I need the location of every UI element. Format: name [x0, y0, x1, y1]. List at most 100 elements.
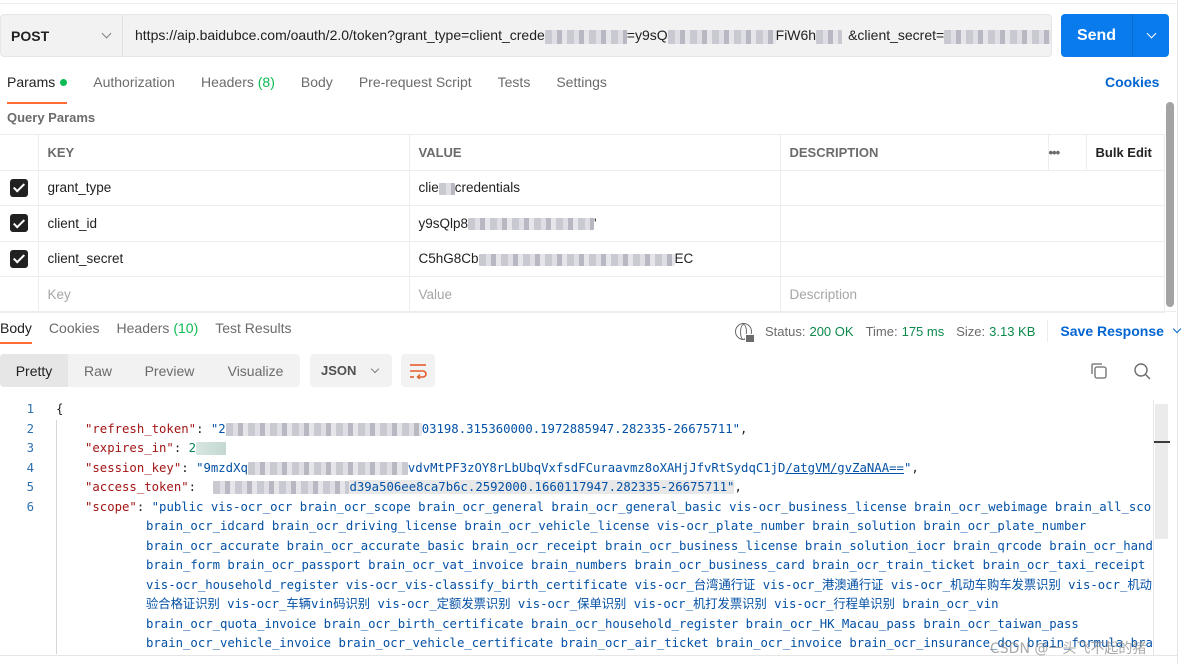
tab-pre-request-script[interactable]: Pre-request Script: [359, 70, 472, 98]
code-line: brain_ocr_accurate brain_ocr_accurate_ba…: [0, 537, 1152, 557]
response-code-view[interactable]: 1 { 2 "refresh_token": "2 03198.315360000…: [0, 400, 1152, 654]
value-text: credentials: [454, 180, 521, 196]
table-header-row: KEY VALUE DESCRIPTION ••• Bulk Edit: [0, 134, 1165, 171]
code-text: "session_key": "9mzdXq vdvMtPF3zOY8rLbUbq…: [85, 460, 919, 475]
tab-label: Headers: [200, 74, 254, 90]
bulk-edit-button[interactable]: Bulk Edit: [1085, 134, 1165, 171]
copy-icon[interactable]: [1090, 362, 1108, 380]
tab-response-cookies[interactable]: Cookies: [49, 320, 100, 336]
code-line: vis-ocr_household_register vis-ocr_vis-c…: [0, 576, 1152, 596]
row-checkbox[interactable]: [9, 214, 28, 233]
new-value-input[interactable]: Value: [408, 276, 781, 313]
redacted-text: [816, 29, 843, 44]
save-response-button[interactable]: Save Response: [1060, 323, 1182, 339]
send-button[interactable]: Send: [1061, 14, 1133, 57]
param-value[interactable]: clie credentials: [408, 169, 781, 206]
new-description-input[interactable]: Description: [779, 276, 1165, 313]
value-text: C5hG8Cb: [418, 251, 479, 267]
tab-response-body[interactable]: Body: [0, 320, 32, 344]
redacted-text: [438, 182, 455, 195]
param-description[interactable]: [779, 169, 1165, 206]
tab-label: Headers: [116, 320, 170, 336]
url-part: &client_secret=: [848, 27, 945, 44]
json-string: brain_ocr_accurate brain_ocr_accurate_ba…: [146, 538, 1152, 553]
code-line: 1 {: [0, 400, 1152, 420]
query-params-title: Query Params: [7, 110, 96, 125]
tab-test-results[interactable]: Test Results: [215, 320, 291, 336]
new-key-input[interactable]: Key: [37, 276, 410, 313]
language-select[interactable]: JSON: [310, 354, 392, 387]
pane-divider[interactable]: [0, 311, 1178, 312]
tab-count: (8): [257, 74, 275, 90]
line-number: 5: [26, 480, 34, 494]
format-preview[interactable]: Preview: [128, 354, 211, 387]
param-description[interactable]: [779, 240, 1165, 277]
more-options-icon[interactable]: •••: [1047, 134, 1087, 171]
param-value[interactable]: C5hG8Cb EC: [408, 240, 781, 277]
time-value[interactable]: 175 ms: [902, 324, 945, 339]
code-line: 4 "session_key": "9mzdXq vdvMtPF3zOY8rLbU…: [0, 459, 1152, 479]
size-label: Size:: [956, 323, 986, 339]
request-bar: POST https://aip.baidubce.com/oauth/2.0/…: [0, 14, 1052, 57]
send-button-group: Send: [1061, 14, 1169, 57]
wrap-lines-button[interactable]: [401, 354, 435, 387]
redacted-text: [196, 442, 227, 455]
tab-authorization[interactable]: Authorization: [93, 70, 175, 98]
value-text: clie: [418, 180, 439, 196]
code-text: "scope": "public vis-ocr_ocr brain_ocr_s…: [34, 498, 1152, 518]
json-key: "access_token": [85, 480, 189, 494]
format-pretty[interactable]: Pretty: [0, 354, 68, 387]
code-text: "refresh_token": "2 03198.315360000.19728…: [85, 421, 748, 436]
redacted-text: [213, 481, 350, 494]
search-icon[interactable]: [1133, 362, 1151, 380]
code-line: 5 "access_token": d39a506ee8ca7b6c.25920…: [0, 478, 1152, 498]
json-string: brain_ocr_quota_invoice brain_ocr_birth_…: [146, 616, 1079, 631]
size-value[interactable]: 3.13 KB: [989, 324, 1035, 339]
value-text: y9sQlp8: [418, 215, 469, 231]
param-key[interactable]: client_secret: [37, 240, 410, 277]
send-options-button[interactable]: [1133, 14, 1169, 57]
code-scrollbar[interactable]: [1153, 400, 1170, 655]
table-row: grant_type clie credentials: [0, 169, 1165, 206]
format-raw[interactable]: Raw: [68, 354, 128, 387]
code-line: 6 "scope": "public vis-ocr_ocr brain_ocr…: [0, 498, 1152, 518]
row-checkbox[interactable]: [9, 178, 28, 197]
row-checkbox[interactable]: [9, 249, 28, 268]
json-key: "refresh_token": [85, 421, 197, 436]
tab-tests[interactable]: Tests: [498, 70, 531, 98]
json-key: "expires_in": [85, 441, 174, 455]
network-globe-icon[interactable]: [735, 322, 755, 343]
json-string: "2: [210, 421, 226, 436]
param-description[interactable]: [779, 205, 1165, 242]
tab-body[interactable]: Body: [301, 70, 333, 98]
format-visualize[interactable]: Visualize: [211, 354, 300, 387]
table-row: client_secret C5hG8Cb EC: [0, 240, 1165, 277]
query-params-table: KEY VALUE DESCRIPTION ••• Bulk Edit gran…: [0, 134, 1165, 313]
tab-settings[interactable]: Settings: [556, 70, 607, 98]
json-link[interactable]: /atgVM/gvZaNAA==: [785, 461, 903, 475]
code-line: brain_ocr_idcard brain_ocr_driving_licen…: [0, 517, 1152, 537]
url-input[interactable]: https://aip.baidubce.com/oauth/2.0/token…: [123, 27, 1051, 44]
tab-headers[interactable]: Headers (8): [201, 70, 275, 98]
line-number: 1: [26, 402, 34, 416]
param-key[interactable]: grant_type: [37, 169, 410, 206]
method-select[interactable]: POST: [1, 15, 123, 56]
tab-label: Cookies: [48, 320, 100, 336]
tab-params[interactable]: Params: [7, 70, 68, 104]
json-string: brain_form brain_ocr_passport brain_ocr_…: [146, 558, 1146, 572]
key-header: KEY: [37, 134, 410, 171]
redacted-text: [247, 461, 408, 475]
tab-response-headers[interactable]: Headers (10): [117, 320, 199, 336]
code-line: 验合格证识别 vis-ocr_车辆vin码识别 vis-ocr_定额发票识别 v…: [0, 595, 1152, 615]
redacted-text: [478, 253, 675, 266]
code-text: "access_token": d39a506ee8ca7b6c.2592000…: [85, 480, 742, 494]
status-value[interactable]: 200 OK: [809, 324, 853, 339]
cookies-link[interactable]: Cookies: [1105, 74, 1159, 90]
param-key[interactable]: client_id: [37, 205, 410, 242]
param-value[interactable]: y9sQlp8 ': [408, 205, 781, 242]
scrollbar-thumb[interactable]: [1155, 404, 1168, 539]
time-label: Time:: [865, 323, 898, 339]
request-tabs: Params Authorization Headers (8) Body Pr…: [0, 70, 633, 104]
json-string: vdvMtPF3zOY8rLbUbqVxfsdFCuraavmz8oXAHjJf…: [407, 460, 786, 475]
params-scrollbar[interactable]: [1166, 102, 1174, 307]
